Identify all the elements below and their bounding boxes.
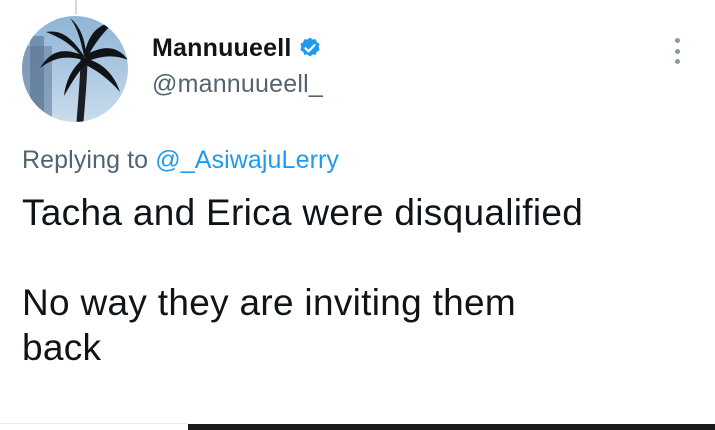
tweet-paragraph-gap [22,235,682,280]
thread-connector-line [75,0,77,14]
more-options-icon[interactable] [668,36,686,66]
tweet-text: Tacha and Erica were disqualified No way… [22,190,682,370]
replying-to-line: Replying to @_AsiwajuLerry [22,146,339,175]
bottom-dark-strip [188,424,715,430]
author-handle[interactable]: @mannuueell_ [152,70,323,99]
more-dot [674,59,680,64]
reply-mention-link[interactable]: @_AsiwajuLerry [155,146,339,174]
tweet-author: Mannuueell @mannuueell_ [152,32,323,99]
bottom-divider [0,423,188,424]
verified-badge-icon [298,36,322,60]
avatar[interactable] [22,16,128,122]
more-dot [674,48,680,54]
more-dot [674,38,680,43]
palm-tree-photo [22,16,128,122]
tweet-text-line: back [22,327,102,368]
author-display-name[interactable]: Mannuueell [152,34,292,63]
replying-to-label: Replying to [22,146,156,174]
tweet-text-line: No way they are inviting them [22,282,517,323]
author-name-row: Mannuueell [152,32,323,64]
tweet-text-line: Tacha and Erica were disqualified [22,192,584,233]
